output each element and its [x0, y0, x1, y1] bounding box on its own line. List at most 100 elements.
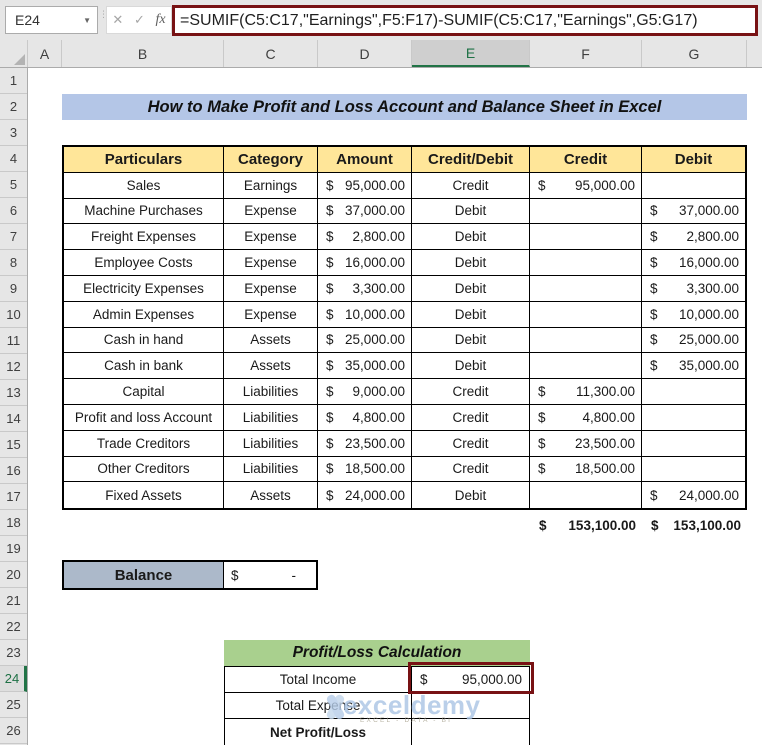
row-header-2[interactable]: 2 — [0, 94, 27, 120]
ledger-debit-cell[interactable]: $24,000.00 — [642, 482, 745, 508]
ledger-particulars-cell[interactable]: Trade Creditors — [64, 431, 224, 457]
ledger-credit-debit-cell[interactable]: Debit — [412, 199, 530, 225]
row-header-26[interactable]: 26 — [0, 718, 27, 744]
ledger-particulars-cell[interactable]: Fixed Assets — [64, 482, 224, 508]
row-header-21[interactable]: 21 — [0, 588, 27, 614]
ledger-particulars-cell[interactable]: Admin Expenses — [64, 302, 224, 328]
profit-loss-label-cell[interactable]: Net Profit/Loss — [225, 719, 412, 745]
ledger-particulars-cell[interactable]: Freight Expenses — [64, 224, 224, 250]
ledger-debit-cell[interactable]: $10,000.00 — [642, 302, 745, 328]
ledger-header-credit-debit[interactable]: Credit/Debit — [412, 147, 530, 173]
ledger-credit-debit-cell[interactable]: Debit — [412, 353, 530, 379]
row-header-7[interactable]: 7 — [0, 224, 27, 250]
column-header-A[interactable]: A — [28, 40, 62, 67]
ledger-category-cell[interactable]: Assets — [224, 482, 318, 508]
ledger-debit-cell[interactable] — [642, 431, 745, 457]
ledger-particulars-cell[interactable]: Electricity Expenses — [64, 276, 224, 302]
ledger-credit-cell[interactable] — [530, 276, 642, 302]
row-header-1[interactable]: 1 — [0, 68, 27, 94]
row-header-16[interactable]: 16 — [0, 458, 27, 484]
ledger-header-particulars[interactable]: Particulars — [64, 147, 224, 173]
ledger-amount-cell[interactable]: $3,300.00 — [318, 276, 412, 302]
ledger-credit-debit-cell[interactable]: Debit — [412, 328, 530, 354]
ledger-particulars-cell[interactable]: Cash in bank — [64, 353, 224, 379]
ledger-debit-cell[interactable]: $3,300.00 — [642, 276, 745, 302]
row-header-15[interactable]: 15 — [0, 432, 27, 458]
ledger-debit-cell[interactable]: $16,000.00 — [642, 250, 745, 276]
select-all-corner[interactable] — [0, 40, 28, 67]
ledger-category-cell[interactable]: Liabilities — [224, 457, 318, 483]
ledger-debit-cell[interactable]: $35,000.00 — [642, 353, 745, 379]
ledger-category-cell[interactable]: Expense — [224, 276, 318, 302]
row-header-17[interactable]: 17 — [0, 484, 27, 510]
profit-loss-label-cell[interactable]: Total Expense — [225, 693, 412, 718]
ledger-credit-cell[interactable]: $4,800.00 — [530, 405, 642, 431]
row-header-25[interactable]: 25 — [0, 692, 27, 718]
ledger-particulars-cell[interactable]: Other Creditors — [64, 457, 224, 483]
ledger-particulars-cell[interactable]: Sales — [64, 173, 224, 199]
ledger-debit-cell[interactable] — [642, 379, 745, 405]
ledger-amount-cell[interactable]: $16,000.00 — [318, 250, 412, 276]
ledger-amount-cell[interactable]: $9,000.00 — [318, 379, 412, 405]
ledger-category-cell[interactable]: Expense — [224, 302, 318, 328]
ledger-amount-cell[interactable]: $95,000.00 — [318, 173, 412, 199]
ledger-debit-cell[interactable] — [642, 173, 745, 199]
ledger-header-amount[interactable]: Amount — [318, 147, 412, 173]
profit-loss-value-cell[interactable] — [412, 693, 529, 718]
sheet-title-cell[interactable]: How to Make Profit and Loss Account and … — [62, 94, 747, 120]
ledger-amount-cell[interactable]: $24,000.00 — [318, 482, 412, 508]
ledger-credit-debit-cell[interactable]: Credit — [412, 405, 530, 431]
credit-total-cell[interactable]: $ 153,100.00 — [530, 512, 642, 538]
ledger-debit-cell[interactable]: $37,000.00 — [642, 199, 745, 225]
row-header-12[interactable]: 12 — [0, 354, 27, 380]
ledger-category-cell[interactable]: Liabilities — [224, 405, 318, 431]
ledger-credit-cell[interactable]: $18,500.00 — [530, 457, 642, 483]
ledger-amount-cell[interactable]: $2,800.00 — [318, 224, 412, 250]
column-header-E[interactable]: E — [412, 40, 530, 67]
column-header-F[interactable]: F — [530, 40, 642, 67]
ledger-debit-cell[interactable] — [642, 457, 745, 483]
profit-loss-label-cell[interactable]: Total Income — [225, 667, 412, 692]
ledger-category-cell[interactable]: Assets — [224, 353, 318, 379]
row-header-4[interactable]: 4 — [0, 146, 27, 172]
ledger-credit-cell[interactable]: $23,500.00 — [530, 431, 642, 457]
row-header-3[interactable]: 3 — [0, 120, 27, 146]
ledger-debit-cell[interactable] — [642, 405, 745, 431]
row-header-11[interactable]: 11 — [0, 328, 27, 354]
ledger-header-credit[interactable]: Credit — [530, 147, 642, 173]
ledger-particulars-cell[interactable]: Employee Costs — [64, 250, 224, 276]
row-header-22[interactable]: 22 — [0, 614, 27, 640]
name-box-dropdown-icon[interactable]: ▼ — [83, 16, 91, 25]
row-header-5[interactable]: 5 — [0, 172, 27, 198]
ledger-credit-cell[interactable] — [530, 250, 642, 276]
ledger-credit-debit-cell[interactable]: Debit — [412, 302, 530, 328]
name-box[interactable]: E24 ▼ — [5, 6, 98, 34]
row-header-8[interactable]: 8 — [0, 250, 27, 276]
ledger-credit-cell[interactable]: $11,300.00 — [530, 379, 642, 405]
profit-loss-value-cell[interactable] — [412, 719, 529, 745]
formula-bar-input[interactable]: =SUMIF(C5:C17,"Earnings",F5:F17)-SUMIF(C… — [175, 12, 703, 30]
row-header-13[interactable]: 13 — [0, 380, 27, 406]
row-header-23[interactable]: 23 — [0, 640, 27, 666]
ledger-particulars-cell[interactable]: Capital — [64, 379, 224, 405]
ledger-credit-cell[interactable] — [530, 302, 642, 328]
column-header-D[interactable]: D — [318, 40, 412, 67]
ledger-amount-cell[interactable]: $23,500.00 — [318, 431, 412, 457]
cancel-icon[interactable]: ✕ — [112, 12, 123, 28]
ledger-credit-debit-cell[interactable]: Credit — [412, 431, 530, 457]
ledger-credit-cell[interactable] — [530, 482, 642, 508]
ledger-credit-debit-cell[interactable]: Credit — [412, 457, 530, 483]
ledger-header-category[interactable]: Category — [224, 147, 318, 173]
ledger-amount-cell[interactable]: $10,000.00 — [318, 302, 412, 328]
row-header-10[interactable]: 10 — [0, 302, 27, 328]
ledger-category-cell[interactable]: Liabilities — [224, 431, 318, 457]
ledger-category-cell[interactable]: Assets — [224, 328, 318, 354]
column-header-G[interactable]: G — [642, 40, 747, 67]
formula-bar-drag-handle[interactable]: ⋮ — [99, 12, 103, 28]
active-cell-e24[interactable]: $95,000.00 — [412, 667, 529, 692]
column-header-B[interactable]: B — [62, 40, 224, 67]
row-header-19[interactable]: 19 — [0, 536, 27, 562]
insert-function-icon[interactable]: fx — [156, 12, 166, 28]
ledger-category-cell[interactable]: Liabilities — [224, 379, 318, 405]
ledger-credit-cell[interactable] — [530, 224, 642, 250]
